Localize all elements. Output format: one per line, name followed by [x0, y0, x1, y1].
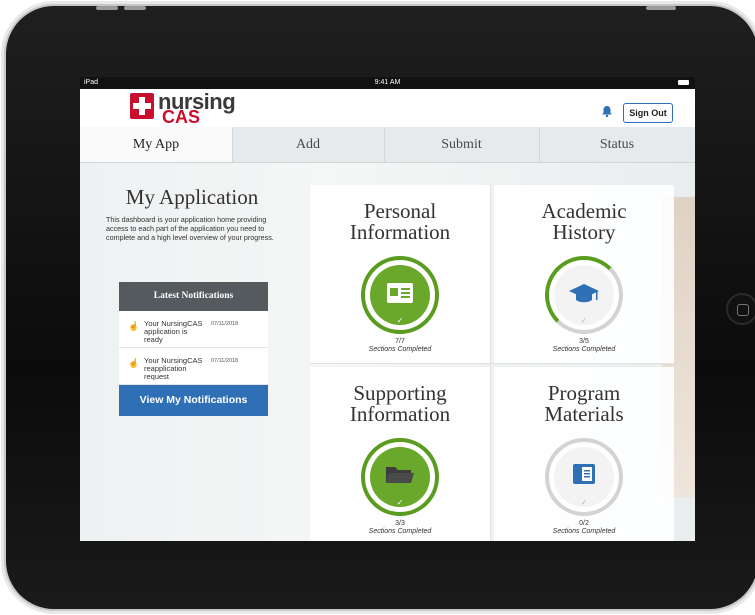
- section-card-personal-information[interactable]: Personal Information ✓ 7/7 Sections Compl…: [310, 185, 490, 363]
- hand-icon: ☝: [128, 358, 140, 368]
- progress-ring: ✓: [361, 256, 439, 334]
- progress-ring: ✓: [545, 256, 623, 334]
- home-button[interactable]: [726, 293, 755, 325]
- home-square-icon: [737, 304, 749, 316]
- section-count: 3/3: [395, 520, 405, 527]
- progress-ring: ✓: [361, 438, 439, 516]
- notifications-header: Latest Notifications: [119, 282, 268, 311]
- clock: 9:41 AM: [374, 79, 401, 86]
- section-count: 0/2: [579, 520, 589, 527]
- notification-text: Your NursingCAS reapplication request: [144, 356, 203, 381]
- book-icon: [573, 464, 595, 484]
- hand-icon: ☝: [128, 321, 140, 331]
- section-label: Sections Completed: [552, 528, 616, 535]
- section-title: Supporting Information: [349, 381, 451, 426]
- section-count: 7/7: [395, 338, 405, 345]
- page-title: My Application: [125, 185, 259, 209]
- tab-add[interactable]: Add: [232, 127, 385, 162]
- tab-submit[interactable]: Submit: [384, 127, 540, 162]
- section-count: 3/5: [579, 338, 589, 345]
- folder-icon: [386, 467, 414, 483]
- tab-status[interactable]: Status: [539, 127, 695, 162]
- notification-date: 07/11/2018: [211, 321, 239, 327]
- sidebar: My Application This dashboard is your ap…: [106, 185, 278, 242]
- tab-bar: My App Add Submit Status: [80, 127, 695, 163]
- battery-icon: [678, 80, 689, 85]
- app-header: nursing CAS Sign Out: [80, 89, 695, 128]
- notification-text: Your NursingCAS application is ready: [144, 319, 203, 344]
- section-card-academic-history[interactable]: Academic History ✓ 3/5 Sections Completed: [494, 185, 674, 363]
- volume-button: [96, 6, 118, 10]
- section-title: Program Materials: [544, 381, 624, 426]
- logo-text-cas: CAS: [162, 107, 201, 127]
- graduation-cap-icon: [569, 284, 599, 303]
- logo-cross-icon: [130, 93, 154, 119]
- section-card-program-materials[interactable]: Program Materials ✓ 0/2 Sections Complete…: [494, 367, 674, 541]
- intro-text: This dashboard is your application home …: [106, 215, 274, 242]
- notification-item[interactable]: ☝ Your NursingCAS reapplication request …: [119, 348, 268, 385]
- section-label: Sections Completed: [552, 346, 616, 353]
- notification-date: 07/11/2018: [211, 358, 239, 364]
- id-card-icon: [387, 283, 413, 303]
- sign-out-button[interactable]: Sign Out: [623, 103, 673, 123]
- section-label: Sections Completed: [368, 528, 432, 535]
- tab-my-app[interactable]: My App: [80, 127, 233, 162]
- section-label: Sections Completed: [368, 346, 432, 353]
- power-button: [646, 6, 676, 10]
- sections-grid: Personal Information ✓ 7/7 Sections Compl…: [310, 185, 674, 541]
- app-screen: iPad 9:41 AM nursing CAS Sign Out My App…: [80, 77, 695, 541]
- bell-icon[interactable]: [601, 105, 613, 117]
- checkmark-icon: ✓: [580, 316, 588, 325]
- grid-divider: [310, 363, 674, 364]
- status-bar: iPad 9:41 AM: [80, 77, 695, 89]
- checkmark-icon: ✓: [396, 498, 404, 507]
- notifications-panel: Latest Notifications ☝ Your NursingCAS a…: [119, 282, 268, 416]
- section-title: Academic History: [541, 199, 627, 244]
- section-title: Personal Information: [349, 199, 451, 244]
- checkmark-icon: ✓: [396, 316, 404, 325]
- view-notifications-button[interactable]: View My Notifications: [119, 385, 268, 416]
- notification-item[interactable]: ☝ Your NursingCAS application is ready 0…: [119, 311, 268, 348]
- volume-button: [124, 6, 146, 10]
- checkmark-icon: ✓: [580, 498, 588, 507]
- progress-ring: ✓: [545, 438, 623, 516]
- section-card-supporting-information[interactable]: Supporting Information ✓ 3/3 Sections Com…: [310, 367, 490, 541]
